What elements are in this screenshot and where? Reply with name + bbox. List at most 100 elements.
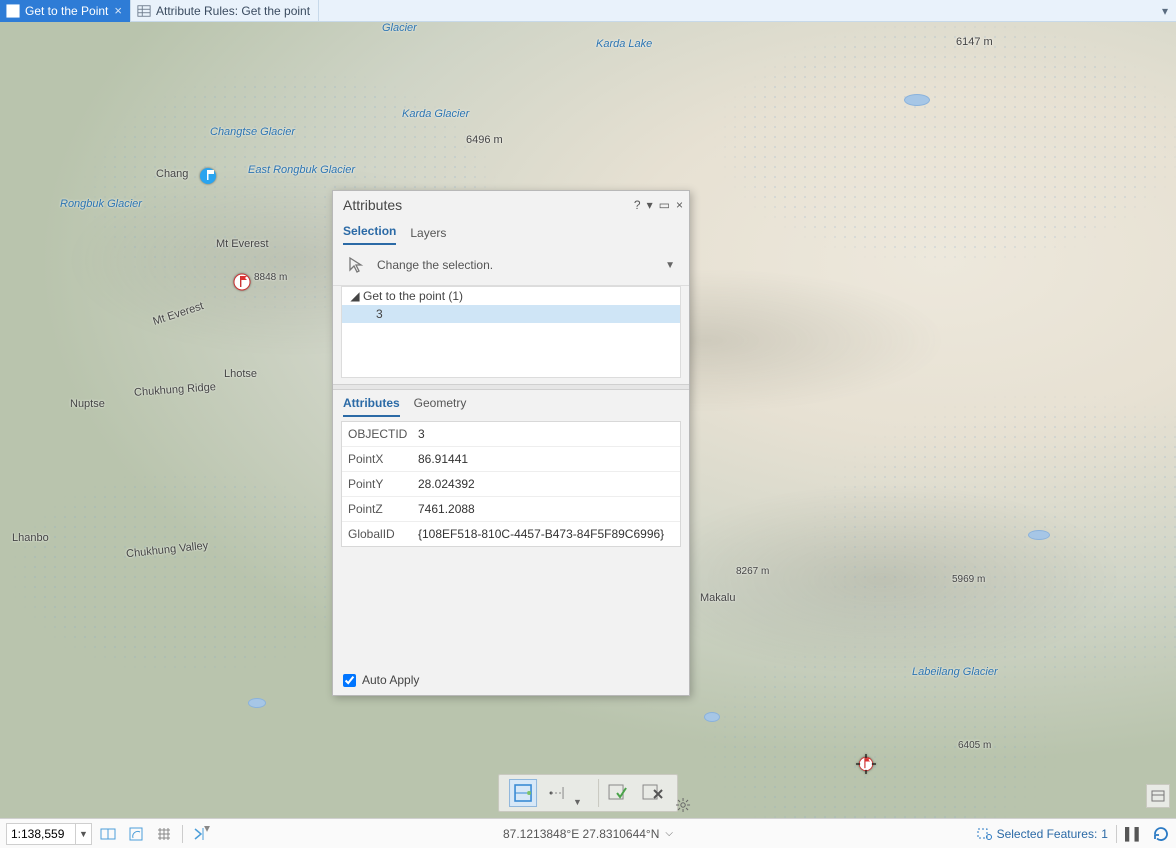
tab-map-label: Get to the Point <box>25 4 108 18</box>
grid-button[interactable] <box>152 823 176 845</box>
create-point-button[interactable] <box>509 779 537 807</box>
maximize-icon[interactable]: ▭ <box>659 198 670 212</box>
tree-feature-label: 3 <box>376 307 383 321</box>
change-selection-dropdown[interactable]: ▼ <box>665 260 675 271</box>
scale-dropdown-icon[interactable]: ▼ <box>75 824 91 844</box>
tree-layer-label: Get to the point (1) <box>363 289 463 303</box>
help-icon[interactable]: ? <box>634 198 641 212</box>
document-tabs: Get to the Point × Attribute Rules: Get … <box>0 0 1176 22</box>
divider <box>182 825 183 843</box>
tab-layers[interactable]: Layers <box>410 226 446 245</box>
map-elev-label: 8848 m <box>254 272 287 283</box>
field-value[interactable]: 86.91441 <box>412 447 680 471</box>
blue-placemark-icon[interactable] <box>198 166 218 186</box>
point-along-button[interactable] <box>543 779 571 807</box>
map-view[interactable]: Glacier Karda Lake Karda Glacier 6147 m … <box>0 22 1176 818</box>
tab-attribute-rules[interactable]: Attribute Rules: Get the point <box>131 0 319 22</box>
map-edit-toolbar: ▼ <box>498 774 678 812</box>
tool-dropdown-icon[interactable]: ▼ <box>573 797 582 807</box>
attributes-panel-title: Attributes <box>343 197 628 213</box>
snapping-button[interactable]: ▾ <box>189 823 213 845</box>
attributes-panel: Attributes ? ▾ ▭ × Selection Layers Chan… <box>332 190 690 696</box>
map-label: Changtse Glacier <box>210 126 295 138</box>
red-flag-icon[interactable] <box>232 272 252 292</box>
map-label: Makalu <box>700 592 735 604</box>
map-scale-input[interactable]: ▼ <box>6 823 92 845</box>
map-label: Mt Everest <box>216 238 269 250</box>
field-key: GlobalID <box>342 522 412 546</box>
table-row[interactable]: OBJECTID3 <box>342 422 680 447</box>
auto-apply-checkbox[interactable] <box>343 674 356 687</box>
close-icon[interactable]: × <box>114 4 122 17</box>
field-key: PointX <box>342 447 412 471</box>
svg-text:▾: ▾ <box>204 826 210 835</box>
tab-map-active[interactable]: Get to the Point × <box>0 0 131 22</box>
pause-drawing-button[interactable]: ▌▌ <box>1125 827 1144 841</box>
tab-attributes[interactable]: Attributes <box>343 396 400 417</box>
toolbar-options-gear-icon[interactable] <box>675 797 691 813</box>
attributes-grid: OBJECTID3 PointX86.91441 PointY28.024392… <box>341 421 681 547</box>
map-label: Glacier <box>382 22 417 34</box>
selected-features-indicator[interactable]: Selected Features: 1 <box>977 827 1108 841</box>
map-elev-label: 6147 m <box>956 36 993 48</box>
lake <box>1028 530 1050 540</box>
selected-features-label: Selected Features: <box>997 827 1098 841</box>
field-value[interactable]: {108EF518-810C-4457-B473-84F5F89C6996} <box>412 522 680 546</box>
lake <box>704 712 720 722</box>
map-elev-label: 6405 m <box>958 740 991 751</box>
map-label: Labeilang Glacier <box>912 666 998 678</box>
divider <box>1116 825 1117 843</box>
table-row[interactable]: PointY28.024392 <box>342 472 680 497</box>
map-label: Karda Glacier <box>402 108 469 120</box>
field-value[interactable]: 7461.2088 <box>412 497 680 521</box>
change-selection-label: Change the selection. <box>377 258 493 272</box>
status-bar: ▼ ▾ 87.1213848°E 27.8310644°N ⌵ Selected… <box>0 818 1176 848</box>
field-value[interactable]: 3 <box>412 422 680 446</box>
linked-extent-button[interactable] <box>96 823 120 845</box>
field-key: PointY <box>342 472 412 496</box>
map-tab-icon <box>6 4 20 18</box>
field-key: OBJECTID <box>342 422 412 446</box>
lake <box>248 698 266 708</box>
auto-apply-row[interactable]: Auto Apply <box>333 665 689 695</box>
attribute-rules-tab-icon <box>137 4 151 18</box>
selection-icon <box>977 827 993 841</box>
map-elev-label: 5969 m <box>952 574 985 585</box>
map-label: Chang <box>156 168 188 180</box>
table-row[interactable]: GlobalID{108EF518-810C-4457-B473-84F5F89… <box>342 522 680 546</box>
scale-value[interactable] <box>7 827 75 841</box>
refresh-button[interactable] <box>1152 825 1170 843</box>
coordinates-readout: 87.1213848°E 27.8310644°N <box>503 827 659 841</box>
rotation-button[interactable] <box>124 823 148 845</box>
red-flag-selected-icon[interactable] <box>856 754 876 774</box>
discard-sketch-button[interactable] <box>639 779 667 807</box>
map-elev-label: 8267 m <box>736 566 769 577</box>
tab-rules-label: Attribute Rules: Get the point <box>156 4 310 18</box>
field-key: PointZ <box>342 497 412 521</box>
auto-apply-label: Auto Apply <box>362 673 419 687</box>
map-label: Karda Lake <box>596 38 652 50</box>
map-label: Lhanbo <box>12 532 49 544</box>
field-value[interactable]: 28.024392 <box>412 472 680 496</box>
tree-layer-row[interactable]: ◢Get to the point (1) <box>342 287 680 305</box>
menu-dropdown-icon[interactable]: ▾ <box>647 198 653 212</box>
selected-features-count: 1 <box>1101 827 1108 841</box>
tab-selection[interactable]: Selection <box>343 224 396 245</box>
finish-sketch-button[interactable] <box>605 779 633 807</box>
tab-geometry[interactable]: Geometry <box>414 396 467 417</box>
selection-tree[interactable]: ◢Get to the point (1) 3 <box>341 286 681 378</box>
select-cursor-icon[interactable] <box>347 255 369 275</box>
attributes-panel-header[interactable]: Attributes ? ▾ ▭ × <box>333 191 689 219</box>
map-label: East Rongbuk Glacier <box>248 164 355 176</box>
close-icon[interactable]: × <box>676 198 683 212</box>
map-label: Rongbuk Glacier <box>60 198 142 210</box>
tabs-overflow-dropdown[interactable]: ▾ <box>1154 4 1176 18</box>
coords-dropdown-icon[interactable]: ⌵ <box>665 828 673 839</box>
table-row[interactable]: PointX86.91441 <box>342 447 680 472</box>
lake <box>904 94 930 106</box>
map-elev-label: 6496 m <box>466 134 503 146</box>
tree-feature-row-selected[interactable]: 3 <box>342 305 680 323</box>
table-row[interactable]: PointZ7461.2088 <box>342 497 680 522</box>
map-view-options-button[interactable] <box>1146 784 1170 808</box>
map-label: Nuptse <box>70 398 105 410</box>
